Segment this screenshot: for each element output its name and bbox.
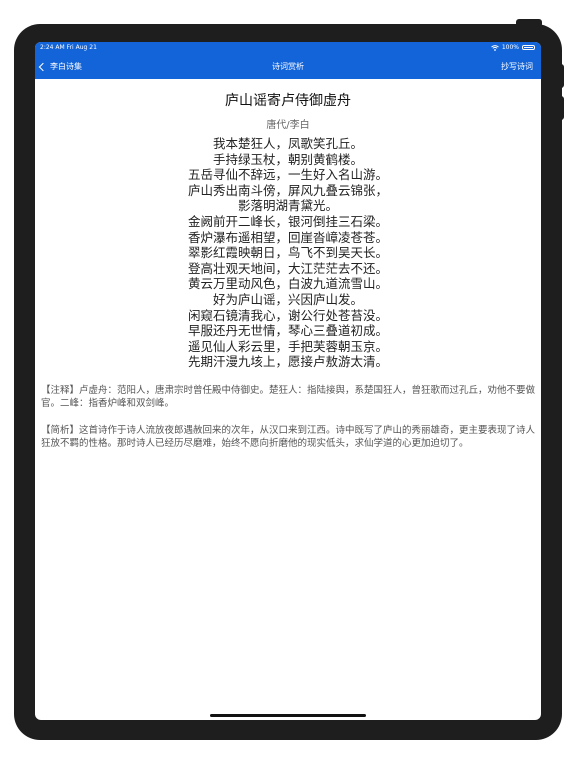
poem-line: 翠影红霞映朝日，鸟飞不到吴天长。 [187,245,388,261]
status-indicators: 100% [491,44,535,51]
wifi-icon [491,44,499,51]
status-bar: 2:24 AM Fri Aug 21 100% [35,42,541,54]
poem-author: 唐代/李白 [266,120,310,131]
status-time: 2:24 AM Fri Aug 21 [40,44,97,51]
power-button [516,19,542,27]
poem-line: 五岳寻仙不辞远，一生好入名山游。 [187,167,388,183]
poem-line: 我本楚狂人，凤歌笑孔丘。 [212,136,363,151]
poem-line: 遥见仙人彩云里，手把芙蓉朝玉京。 [187,338,388,354]
poem-title: 庐山谣寄卢侍御虚舟 [225,93,351,109]
nav-title: 诗词赏析 [272,62,304,71]
poem-line: 手持绿玉杖，朝别黄鹤楼。 [212,151,363,167]
nav-row: 李白诗集 诗词赏析 抄写诗词 [35,58,541,76]
poem-line: 先期汗漫九垓上，愿接卢敖游太清。 [187,354,388,370]
poem-line: 早服还丹无世情，琴心三叠道初成。 [187,323,388,339]
poem-line: 闲窥石镜清我心，谢公行处苍苔没。 [187,307,388,323]
poem-line: 影落明湖青黛光。 [237,198,338,214]
copy-poem-button[interactable]: 抄写诗词 [501,61,533,72]
poem-line: 庐山秀出南斗傍，屏风九叠云锦张， [187,182,388,198]
home-indicator[interactable] [210,714,366,717]
annotation-text: 【注释】卢虚舟：范阳人，唐肃宗时曾任殿中侍御史。楚狂人：指陆接舆，系楚国狂人，曾… [41,384,536,409]
volume-down-button [558,96,564,120]
poem-line: 黄云万里动风色，白波九道流雪山。 [187,276,388,292]
navigation-bar: 2:24 AM Fri Aug 21 100% 李白诗集 诗词赏析 抄写诗词 [35,42,541,79]
analysis-text: 【简析】这首诗作于诗人流放夜郎遇赦回来的次年，从汉口来到江西。诗中既写了庐山的秀… [41,424,536,449]
screen: 2:24 AM Fri Aug 21 100% 李白诗集 诗词赏析 抄写诗词 庐… [35,42,541,720]
battery-icon [522,45,535,50]
poem-content: 庐山谣寄卢侍御虚舟 唐代/李白 我本楚狂人，凤歌笑孔丘。 手持绿玉杖，朝别黄鹤楼… [35,79,541,450]
poem-body: 我本楚狂人，凤歌笑孔丘。 手持绿玉杖，朝别黄鹤楼。 五岳寻仙不辞远，一生好入名山… [35,136,541,370]
volume-up-button [558,64,564,88]
poem-line: 好为庐山谣，兴因庐山发。 [212,291,363,307]
poem-line: 金阙前开二峰长，银河倒挂三石梁。 [187,213,388,229]
battery-percent: 100% [501,44,519,51]
poem-line: 登高壮观天地间，大江茫茫去不还。 [187,260,388,276]
poem-line: 香炉瀑布遥相望，回崖沓嶂凌苍苍。 [187,229,388,245]
